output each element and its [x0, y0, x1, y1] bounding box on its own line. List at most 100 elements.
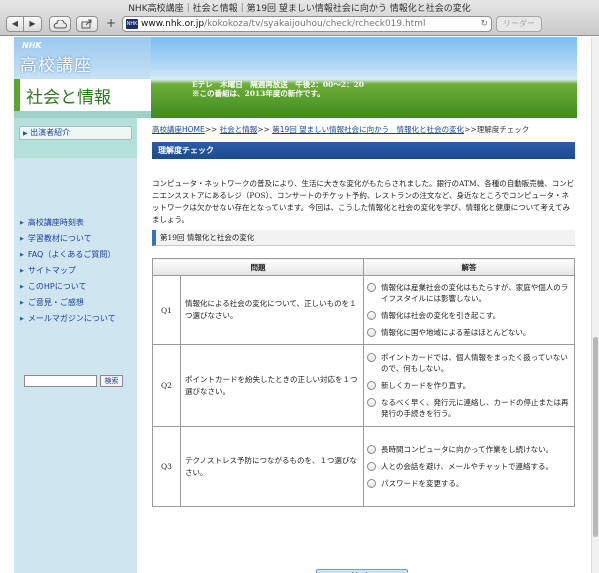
sidebar-item-label: このHPについて	[27, 282, 87, 291]
answer-choices: ポイントカードでは、個人情報をまったく扱っていないので、何もしない。 新しくカー…	[363, 344, 575, 427]
choice-label: なるべく早く、発行元に連絡し、カードの停止または再発行の手続きを行う。	[381, 398, 569, 418]
choice-option[interactable]: 情報化は社会の変化を引き起こす。	[367, 310, 571, 321]
browser-toolbar: NHK高校講座｜社会と情報｜第19回 望ましい情報社会に向かう 情報化と社会の変…	[0, 0, 599, 36]
cast-intro-button[interactable]: ▶ 出演者紹介	[19, 126, 132, 140]
table-header-row: 問題 解答	[152, 258, 575, 276]
choice-option[interactable]: ポイントカードでは、個人情報をまったく扱っていないので、何もしない。	[367, 352, 571, 374]
sidebar-top: ▶ 出演者紹介	[14, 118, 137, 158]
search-input[interactable]	[24, 375, 97, 387]
sidebar-item-materials[interactable]: ▶ 学習教材について	[20, 233, 116, 249]
nhk-favicon-icon: NHK	[126, 19, 138, 29]
episode-heading: 第19回 情報化と社会の変化	[152, 230, 575, 246]
table-row: Q2 ポイントカードを紛失したときの正しい対応を１つ選びなさい。 ポイントカード…	[152, 344, 575, 427]
choice-option[interactable]: 新しくカードを作り直す。	[367, 380, 571, 391]
window-title: NHK高校講座｜社会と情報｜第19回 望ましい情報社会に向かう 情報化と社会の変…	[128, 4, 471, 13]
forward-arrow-icon: ▶	[29, 19, 36, 28]
url-path: /kokokoza/tv/syakaijouhou/check/rcheck01…	[204, 19, 426, 29]
sidebar-item-feedback[interactable]: ▶ ご意見・ご感想	[20, 297, 116, 313]
triangle-bullet-icon: ▶	[20, 284, 24, 290]
icloud-tabs-button[interactable]	[49, 16, 71, 32]
choice-option[interactable]: 情報化は産業社会の変化はもたらすが、家庭や個人のライフスタイルには影響しない。	[367, 282, 571, 304]
choice-option[interactable]: パスワードを変更する。	[367, 478, 571, 489]
url-host: www.nhk.or.jp	[141, 19, 205, 29]
radio-button[interactable]	[367, 353, 376, 362]
radio-button[interactable]	[367, 311, 376, 320]
question-text: テクノストレス予防につながるものを、１つ選びなさい。	[180, 426, 364, 507]
question-text: 情報化による社会の変化について、正しいものを１つ選びなさい。	[180, 275, 364, 345]
subject-bar	[14, 111, 151, 118]
quiz-table: 問題 解答 Q1 情報化による社会の変化について、正しいものを１つ選びなさい。 …	[152, 258, 575, 507]
new-tab-button[interactable]: +	[103, 16, 119, 32]
address-bar[interactable]: NHK www.nhk.or.jp/kokokoza/tv/syakaijouh…	[122, 16, 492, 32]
breadcrumb-subject-link[interactable]: 社会と情報	[220, 125, 258, 134]
radio-button[interactable]	[367, 445, 376, 454]
choice-option[interactable]: 長時間コンピュータに向かって作業をし続けない。	[367, 444, 571, 455]
triangle-bullet-icon: ▶	[20, 316, 24, 322]
page-title: 理解度チェック	[152, 142, 575, 159]
choice-option[interactable]: 情報化に国や地域による差はほとんどない。	[367, 327, 571, 338]
forward-button[interactable]: ▶	[24, 16, 42, 32]
sidebar-item-about[interactable]: ▶ このHPについて	[20, 281, 116, 297]
answer-choices: 長時間コンピュータに向かって作業をし続けない。 人との会話を避け、メールやチャッ…	[363, 426, 575, 507]
choice-label: 情報化に国や地域による差はほとんどない。	[381, 328, 531, 337]
question-number: Q2	[152, 344, 181, 427]
radio-button[interactable]	[367, 381, 376, 390]
column-header-answer: 解答	[363, 258, 575, 276]
cloud-icon	[53, 19, 67, 29]
broadcast-info: Eテレ 木曜日 隔週再放送 午後2：00～2：20 ※この番組は、2013年度の…	[192, 80, 364, 98]
choice-option[interactable]: 人との会話を避け、メールやチャットで連絡する。	[367, 461, 571, 472]
nhk-kouza-logo[interactable]: NHK 高校講座	[14, 37, 151, 79]
breadcrumb-episode-link[interactable]: 第19回 望ましい情報社会に向かう 情報化と社会の変化	[272, 125, 464, 134]
vertical-scrollbar[interactable]	[591, 37, 599, 573]
radio-button[interactable]	[367, 398, 376, 407]
triangle-bullet-icon: ▶	[20, 252, 24, 258]
question-number: Q3	[152, 426, 181, 507]
site-header: NHK 高校講座 社会と情報 Eテレ 木曜日 隔週再放送 午後2：00～2：20…	[14, 37, 577, 118]
breadcrumb-separator: >>	[204, 125, 218, 134]
triangle-bullet-icon: ▶	[20, 220, 24, 226]
share-button[interactable]	[76, 16, 98, 32]
sidebar-item-label: メールマガジンについて	[27, 314, 116, 323]
breadcrumb: 高校講座HOME>> 社会と情報>> 第19回 望ましい情報社会に向かう 情報化…	[152, 124, 575, 135]
question-number: Q1	[152, 275, 181, 345]
choice-option[interactable]: なるべく早く、発行元に連絡し、カードの停止または再発行の手続きを行う。	[367, 397, 571, 419]
subject-title: 社会と情報	[26, 88, 111, 108]
breadcrumb-separator: >>	[257, 125, 270, 134]
sidebar-item-schedule[interactable]: ▶ 高校講座時刻表	[20, 217, 116, 233]
back-button[interactable]: ◀	[6, 16, 24, 32]
share-icon	[81, 19, 92, 29]
radio-button[interactable]	[367, 479, 376, 488]
kouza-logo-text: 高校講座	[20, 56, 92, 76]
triangle-bullet-icon: ▶	[20, 236, 24, 242]
breadcrumb-current: 理解度チェック	[476, 125, 530, 134]
reload-icon[interactable]: ↻	[480, 17, 488, 31]
back-arrow-icon: ◀	[11, 19, 19, 28]
broadcast-note: ※この番組は、2013年度の新作です。	[192, 89, 325, 98]
answer-choices: 情報化は産業社会の変化はもたらすが、家庭や個人のライフスタイルには影響しない。 …	[363, 275, 575, 345]
cast-intro-label: 出演者紹介	[30, 128, 71, 137]
sidebar-item-newsletter[interactable]: ▶ メールマガジンについて	[20, 313, 116, 329]
choice-label: パスワードを変更する。	[381, 479, 464, 488]
column-header-question: 問題	[152, 258, 364, 276]
sidebar-item-sitemap[interactable]: ▶ サイトマップ	[20, 265, 116, 281]
choice-label: ポイントカードでは、個人情報をまったく扱っていないので、何もしない。	[381, 353, 568, 373]
radio-button[interactable]	[367, 283, 376, 292]
triangle-bullet-icon: ▶	[23, 130, 28, 137]
sidebar-item-label: ご意見・ご感想	[27, 298, 84, 307]
triangle-bullet-icon: ▶	[20, 300, 24, 306]
choice-label: 情報化は産業社会の変化はもたらすが、家庭や個人のライフスタイルには影響しない。	[381, 283, 569, 303]
choice-label: 長時間コンピュータに向かって作業をし続けない。	[381, 445, 554, 454]
broadcast-schedule: Eテレ 木曜日 隔週再放送 午後2：00～2：20	[192, 80, 365, 89]
submit-button[interactable]: 決定	[316, 569, 408, 573]
search-button[interactable]: 検索	[100, 375, 123, 387]
scrollbar-thumb[interactable]	[593, 337, 598, 537]
breadcrumb-separator: >>	[464, 125, 477, 134]
radio-button[interactable]	[367, 462, 376, 471]
breadcrumb-home-link[interactable]: 高校講座HOME	[152, 125, 205, 134]
radio-button[interactable]	[367, 328, 376, 337]
table-row: Q1 情報化による社会の変化について、正しいものを１つ選びなさい。 情報化は産業…	[152, 275, 575, 345]
sidebar-item-faq[interactable]: ▶ FAQ（よくあるご質問）	[20, 249, 116, 265]
plus-icon: +	[105, 16, 117, 30]
sidebar: ▶ 出演者紹介 ▶ 高校講座時刻表 ▶ 学習教材について ▶ FAQ（よくあるご質問）…	[14, 118, 137, 573]
reader-button[interactable]: リーダー	[496, 16, 542, 32]
